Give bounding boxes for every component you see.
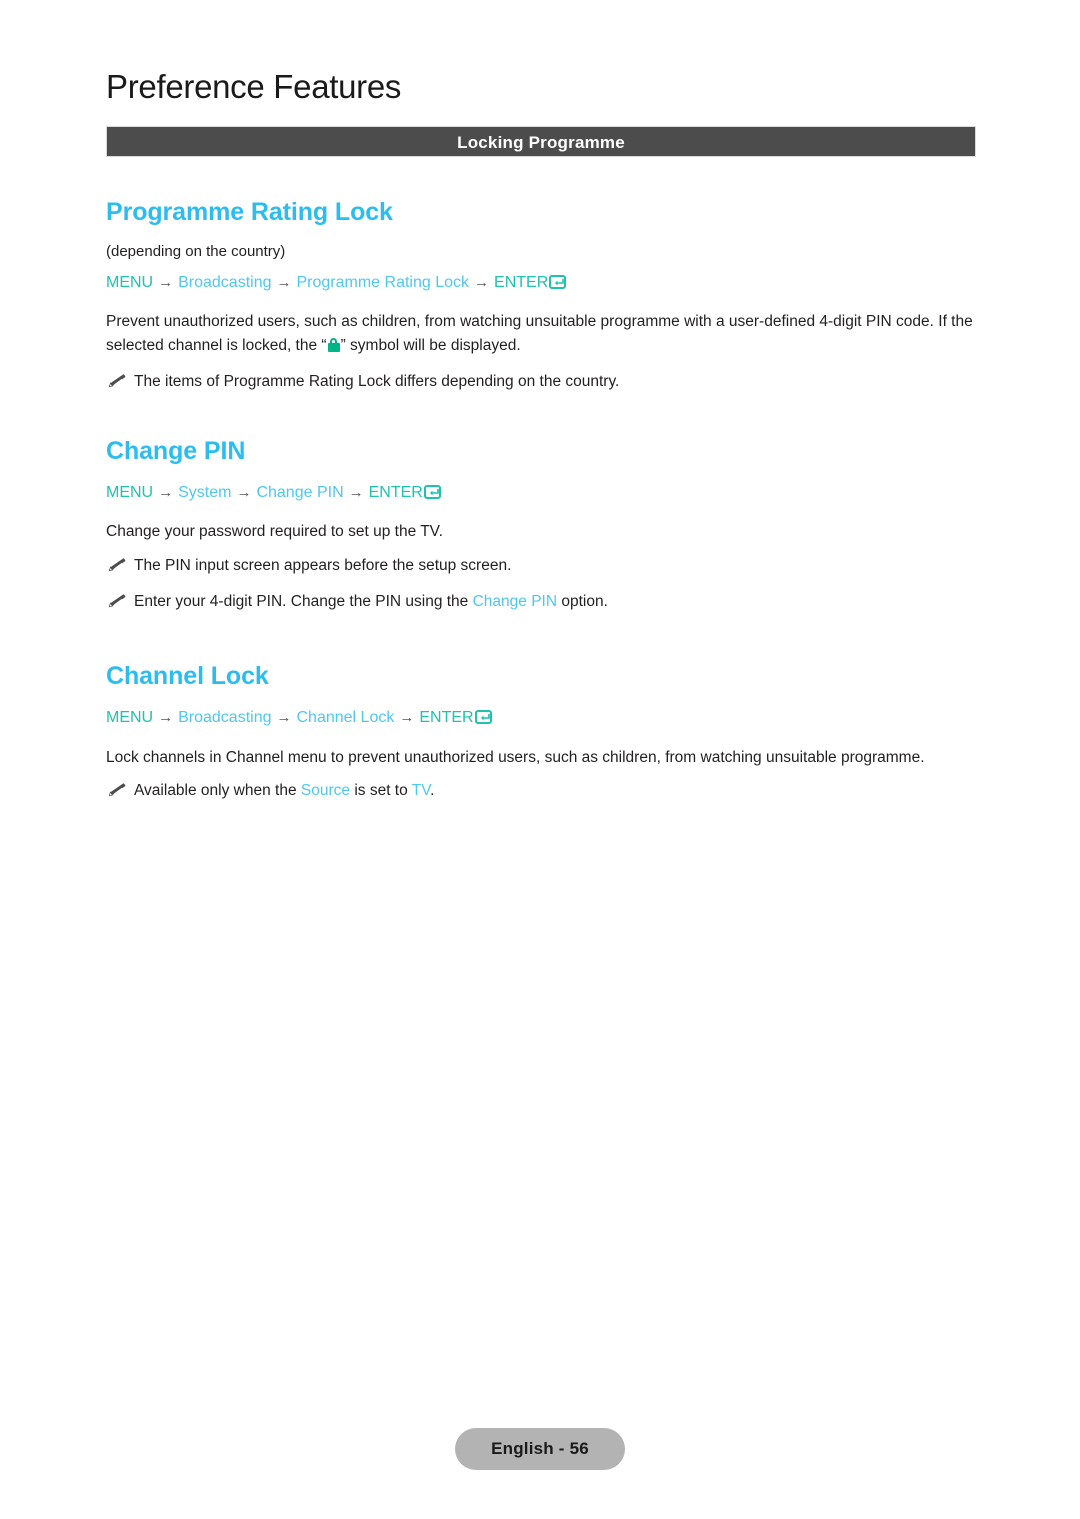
section-bar: Locking Programme: [106, 125, 976, 157]
note-text: The PIN input screen appears before the …: [134, 556, 512, 574]
note-item: Available only when the Source is set to…: [106, 779, 976, 802]
note-text-pre: Available only when the: [134, 782, 301, 800]
menu-path-arrow-icon: →: [158, 483, 174, 501]
enter-key-icon: [423, 484, 441, 499]
note-text-post: .: [430, 782, 435, 800]
note-text-post: option.: [557, 592, 608, 610]
note-item: The PIN input screen appears before the …: [106, 554, 976, 577]
menu-path-step-change-pin: Change PIN: [256, 483, 344, 501]
pencil-note-icon: [107, 782, 127, 798]
menu-path-step-programme-rating-lock: Programme Rating Lock: [296, 273, 470, 291]
paragraph-programme-rating-lock: Prevent unauthorized users, such as chil…: [106, 310, 976, 357]
menu-path-menu-label: MENU: [106, 483, 154, 501]
menu-path-arrow-icon: →: [474, 273, 490, 291]
paragraph-text-part1: Prevent unauthorized users, such as chil…: [106, 313, 973, 354]
menu-path-menu-label: MENU: [106, 709, 154, 727]
paragraph-change-pin: Change your password required to set up …: [106, 523, 443, 541]
menu-path-step-broadcasting: Broadcasting: [178, 709, 272, 727]
menu-path-step-system: System: [178, 483, 232, 501]
menu-path-step-broadcasting: Broadcasting: [178, 273, 272, 291]
note-text: The items of Programme Rating Lock diffe…: [134, 373, 620, 391]
subnote-depending-on-country: (depending on the country): [106, 242, 286, 260]
menu-path-arrow-icon: →: [348, 483, 364, 501]
pencil-note-icon: [107, 557, 127, 573]
page-title: Preference Features: [106, 68, 402, 105]
enter-key-icon: [549, 274, 567, 289]
page-footer-badge: English - 56: [455, 1428, 625, 1470]
menu-path-step-channel-lock: Channel Lock: [296, 709, 395, 727]
menu-path-arrow-icon: →: [158, 273, 174, 291]
menu-path-arrow-icon: →: [399, 709, 415, 727]
menu-path-channel-lock: MENU → Broadcasting → Channel Lock → ENTER: [106, 707, 976, 729]
menu-path-programme-rating-lock: MENU → Broadcasting → Programme Rating Lock →…: [106, 272, 976, 294]
note-link-change-pin: Change PIN: [472, 592, 558, 610]
note-text-pre: Enter your 4-digit PIN. Change the PIN u…: [134, 592, 473, 610]
heading-change-pin: Change PIN: [106, 436, 246, 465]
enter-key-icon: [474, 710, 492, 725]
menu-path-arrow-icon: →: [276, 273, 292, 291]
menu-path-arrow-icon: →: [276, 709, 292, 727]
pencil-note-icon: [107, 373, 127, 389]
paragraph-channel-lock: Lock channels in Channel menu to prevent…: [106, 748, 925, 766]
menu-path-enter-label: ENTER: [368, 483, 423, 501]
pencil-note-icon: [107, 593, 127, 609]
menu-path-change-pin: MENU → System → Change PIN → ENTER: [106, 482, 976, 504]
heading-channel-lock: Channel Lock: [106, 662, 269, 691]
heading-programme-rating-lock: Programme Rating Lock: [106, 197, 393, 226]
note-link-tv: TV: [411, 782, 431, 800]
page-content: Preference Features Locking Programme Pr…: [106, 68, 976, 815]
lock-icon: [327, 337, 340, 352]
menu-path-arrow-icon: →: [236, 483, 252, 501]
note-item: Enter your 4-digit PIN. Change the PIN u…: [106, 590, 976, 613]
note-text-mid: is set to: [350, 782, 412, 800]
menu-path-menu-label: MENU: [106, 273, 154, 291]
menu-path-enter-label: ENTER: [419, 709, 474, 727]
note-link-source: Source: [300, 782, 351, 800]
menu-path-arrow-icon: →: [158, 709, 174, 727]
document-page: Preference Features Locking Programme Pr…: [0, 0, 1080, 1519]
paragraph-text-part2: ” symbol will be displayed.: [340, 336, 521, 354]
menu-path-enter-label: ENTER: [494, 273, 549, 291]
note-item: The items of Programme Rating Lock diffe…: [106, 370, 976, 393]
